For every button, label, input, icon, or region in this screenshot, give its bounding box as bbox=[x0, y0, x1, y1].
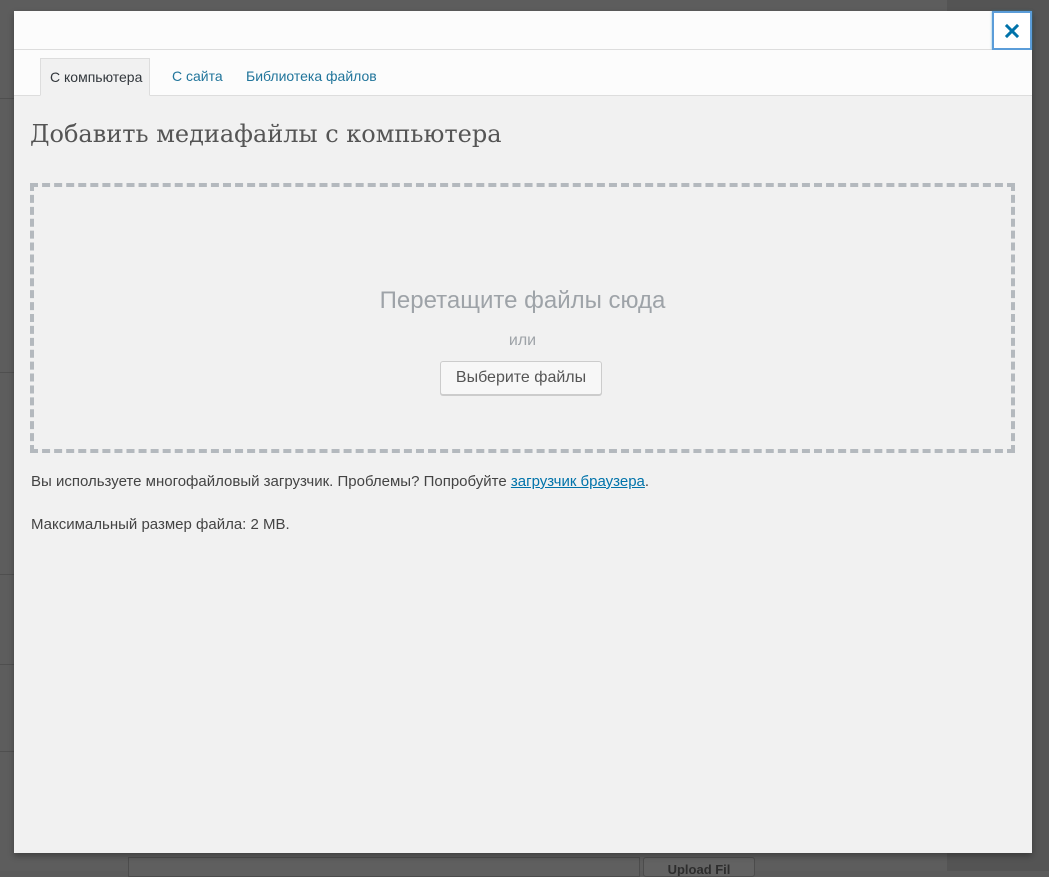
modal-titlebar bbox=[14, 11, 1032, 50]
max-file-size: Максимальный размер файла: 2 MB. bbox=[31, 516, 290, 533]
background-divider bbox=[0, 664, 14, 665]
tabs-bar: С компьютера С сайта Библиотека файлов bbox=[14, 50, 1032, 96]
background-upload-button: Upload Fil bbox=[643, 857, 755, 877]
drop-or-label: или bbox=[508, 332, 537, 349]
background-divider bbox=[0, 574, 14, 575]
browser-uploader-link[interactable]: загрузчик браузера bbox=[511, 473, 645, 490]
tab-from-url[interactable]: С сайта bbox=[172, 58, 223, 94]
drop-instructions: Перетащите файлы сюда bbox=[379, 287, 666, 314]
close-button[interactable] bbox=[992, 11, 1032, 50]
media-upload-modal: С компьютера С сайта Библиотека файлов Д… bbox=[14, 11, 1032, 853]
uploader-notice-end: . bbox=[644, 473, 650, 490]
close-icon bbox=[1004, 23, 1020, 38]
tab-media-library[interactable]: Библиотека файлов bbox=[246, 58, 377, 94]
uploader-notice-text: Вы используете многофайловый загрузчик. … bbox=[31, 473, 511, 490]
tab-from-computer[interactable]: С компьютера bbox=[40, 58, 151, 96]
modal-content: Добавить медиафайлы с компьютера Перетащ… bbox=[14, 96, 1032, 853]
background-divider bbox=[0, 372, 14, 373]
background-divider bbox=[0, 98, 14, 99]
file-drop-area[interactable]: Перетащите файлы сюда или Выберите файлы bbox=[30, 183, 1015, 453]
select-files-button[interactable]: Выберите файлы bbox=[440, 361, 602, 395]
background-divider bbox=[0, 751, 14, 752]
page-title: Добавить медиафайлы с компьютера bbox=[30, 120, 502, 148]
background-input bbox=[128, 857, 640, 877]
uploader-notice: Вы используете многофайловый загрузчик. … bbox=[31, 473, 649, 490]
